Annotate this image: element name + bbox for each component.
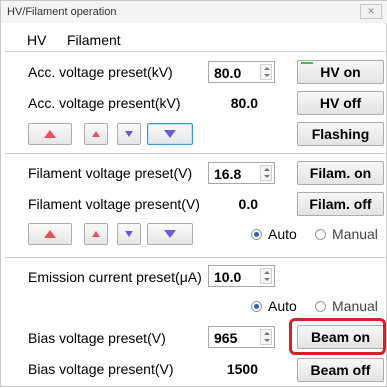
radio-unselected-icon — [315, 300, 326, 312]
emission-manual-radio[interactable]: Manual — [315, 298, 378, 314]
acc-increase-large-button[interactable] — [28, 123, 72, 145]
triangle-up-icon — [44, 130, 56, 138]
bias-voltage-present-value: 1500 — [226, 361, 258, 377]
menu-filament[interactable]: Filament — [67, 32, 121, 48]
filament-manual-radio[interactable]: Manual — [315, 226, 378, 242]
radio-selected-icon — [251, 300, 262, 312]
triangle-up-icon — [44, 230, 56, 238]
acc-voltage-present-label: Acc. voltage present(kV) — [28, 95, 181, 111]
radio-selected-icon — [251, 228, 262, 240]
filament-voltage-preset-label: Filament voltage preset(V) — [28, 165, 193, 181]
fil-decrease-small-button[interactable] — [117, 223, 141, 245]
highlight-box — [289, 318, 386, 355]
acc-decrease-small-button[interactable] — [117, 123, 141, 145]
menu-bar: HV Filament — [1, 25, 387, 51]
emission-current-preset-input[interactable]: 10.0 — [208, 265, 275, 287]
menu-hv[interactable]: HV — [27, 32, 46, 48]
emission-current-preset-label: Emission current preset(μA) — [28, 269, 202, 285]
fil-increase-small-button[interactable] — [84, 223, 108, 245]
filament-voltage-present-label: Filament voltage present(V) — [28, 196, 200, 212]
acc-voltage-preset-label: Acc. voltage preset(kV) — [28, 64, 173, 80]
hv-off-button[interactable]: HV off — [297, 91, 384, 115]
fil-increase-large-button[interactable] — [28, 223, 72, 245]
bias-voltage-present-label: Bias voltage present(V) — [28, 361, 174, 377]
spinner-arrows-icon[interactable] — [260, 165, 272, 181]
triangle-down-small-icon — [125, 231, 133, 237]
beam-off-button[interactable]: Beam off — [297, 358, 384, 382]
acc-voltage-present-value: 80.0 — [230, 95, 258, 111]
filament-auto-radio[interactable]: Auto — [251, 226, 297, 242]
fil-decrease-large-button[interactable] — [147, 223, 193, 245]
triangle-down-icon — [164, 230, 176, 238]
hv-filament-window: HV/Filament operation ✕ HV Filament Acc.… — [0, 0, 387, 387]
window-title: HV/Filament operation — [7, 6, 117, 18]
spinner-arrows-icon[interactable] — [260, 64, 272, 80]
spinner-arrows-icon[interactable] — [260, 268, 272, 284]
hv-status-led — [301, 62, 313, 64]
filament-on-button[interactable]: Filam. on — [297, 161, 384, 185]
close-icon[interactable]: ✕ — [360, 4, 382, 19]
acc-decrease-large-button[interactable] — [147, 123, 193, 145]
triangle-down-small-icon — [125, 131, 133, 137]
triangle-down-icon — [164, 130, 176, 138]
acc-increase-small-button[interactable] — [84, 123, 108, 145]
title-bar: HV/Filament operation ✕ — [1, 1, 387, 23]
bias-voltage-preset-label: Bias voltage preset(V) — [28, 330, 166, 346]
triangle-up-small-icon — [92, 131, 100, 137]
hv-on-button[interactable]: HV on — [297, 60, 384, 84]
bias-voltage-preset-input[interactable]: 965 — [208, 326, 275, 348]
flashing-button[interactable]: Flashing — [297, 122, 384, 146]
filament-voltage-present-value: 0.0 — [238, 196, 258, 212]
emission-auto-radio[interactable]: Auto — [251, 298, 297, 314]
radio-unselected-icon — [315, 228, 326, 240]
acc-voltage-preset-input[interactable]: 80.0 — [208, 61, 275, 83]
filament-off-button[interactable]: Filam. off — [297, 192, 384, 216]
triangle-up-small-icon — [92, 231, 100, 237]
spinner-arrows-icon[interactable] — [260, 329, 272, 345]
filament-voltage-preset-input[interactable]: 16.8 — [208, 162, 275, 184]
